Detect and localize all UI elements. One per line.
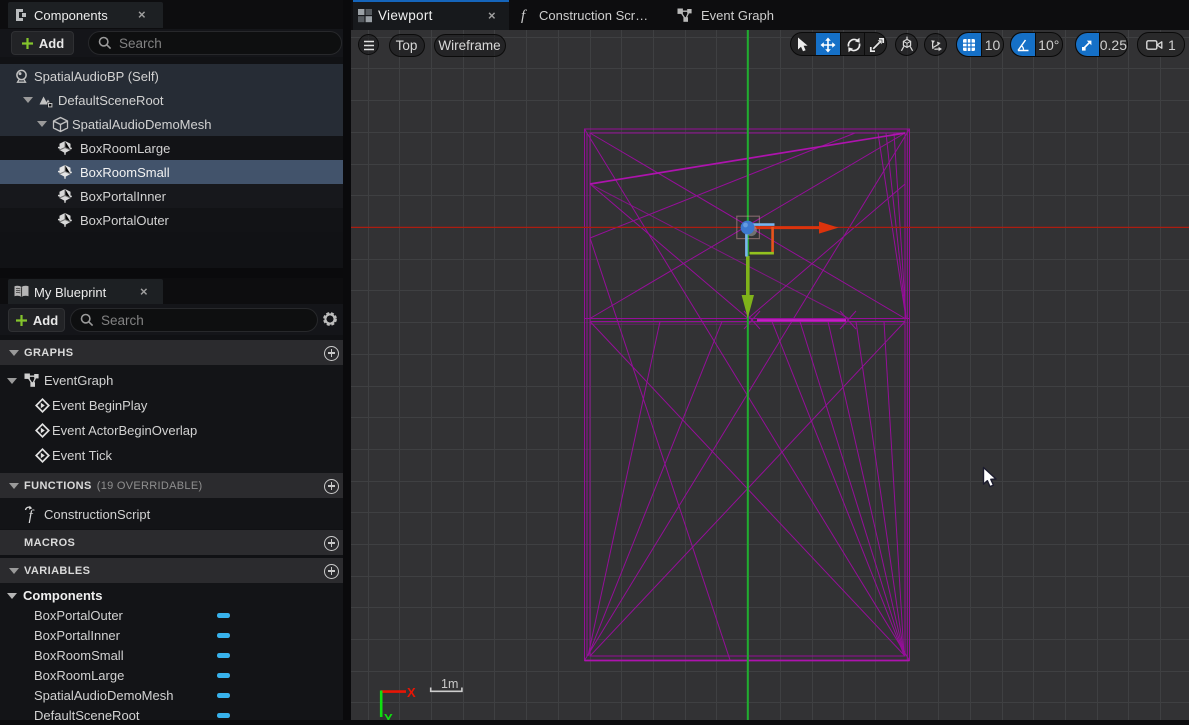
svg-text:X: X bbox=[407, 685, 416, 700]
svg-text:f: f bbox=[29, 508, 35, 523]
svg-text:f: f bbox=[521, 8, 527, 23]
svg-text:1m: 1m bbox=[441, 677, 458, 691]
